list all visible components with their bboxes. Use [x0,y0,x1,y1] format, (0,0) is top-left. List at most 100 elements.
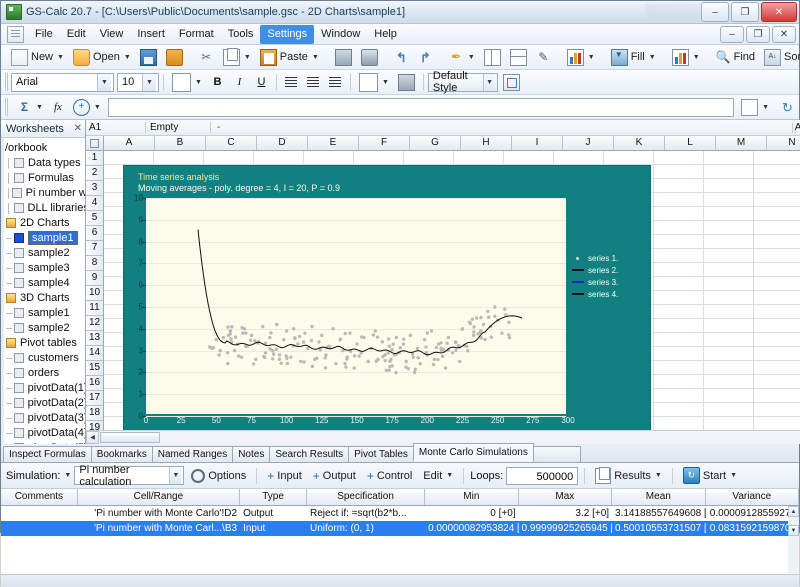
row-header-14[interactable]: 14 [86,346,103,361]
tab-search-results[interactable]: Search Results [269,446,349,462]
menu-item-view[interactable]: View [93,25,131,44]
select-all-corner[interactable] [86,136,104,150]
row-header-17[interactable]: 17 [86,391,103,406]
sidebar-item-sample2[interactable]: ─sample2 [4,320,85,335]
print-preview-button[interactable] [331,46,356,68]
doc-minimize-button[interactable]: – [720,26,744,43]
bold-button[interactable]: B [207,72,228,93]
sidebar-item-orders[interactable]: ─orders [4,365,85,380]
options-button[interactable]: Options [187,465,250,487]
cut-button[interactable]: ✂ [195,46,218,68]
font-size-combo[interactable]: 10 ▼ [117,73,159,92]
autoscroll-label[interactable]: AutoScroll Rang [792,122,800,133]
align-center-button[interactable] [303,72,324,93]
chevron-down-icon[interactable]: ▼ [655,472,662,479]
row-header-4[interactable]: 4 [86,196,103,211]
font-color-button[interactable]: ▼ [168,71,206,93]
column-header-D[interactable]: D [257,136,308,150]
chevron-down-icon[interactable]: ▼ [312,54,319,61]
edit-style-button[interactable] [499,71,524,93]
align-right-button[interactable] [325,72,346,93]
toolbar-gripper[interactable] [4,98,8,116]
worksheet-tree[interactable]: /orkbook│Data types│Formulas│Pi number w… [1,138,85,444]
scroll-up-button[interactable]: ▲ [788,506,799,517]
sidebar-item-2d-charts[interactable]: 2D Charts [4,215,85,230]
sidebar-item-pivotdata-2[interactable]: ─pivotData(2) [4,395,85,410]
maximize-button[interactable]: ❐ [731,2,759,22]
open-button[interactable]: Open ▼ [69,46,135,68]
row-header-5[interactable]: 5 [86,211,103,226]
row-header-3[interactable]: 3 [86,181,103,196]
table-body[interactable]: 'Pi number with Monte Carlo'!D2OutputRej… [1,506,799,574]
row-header-1[interactable]: 1 [86,151,103,166]
chevron-down-icon[interactable]: ▼ [730,472,737,479]
undo-button[interactable]: ↰ [390,46,413,68]
chevron-down-icon[interactable]: ▼ [36,104,43,111]
sidebar-item-orkbook[interactable]: /orkbook [4,140,85,155]
column-header-H[interactable]: H [461,136,512,150]
row-header-19[interactable]: 19 [86,421,103,430]
chevron-down-icon[interactable]: ▼ [649,54,656,61]
table-row[interactable]: 'Pi number with Monte Carlo'!D2OutputRej… [1,506,799,521]
bottom-tab-strip[interactable]: Inspect FormulasBookmarksNamed RangesNot… [1,444,799,463]
chevron-down-icon[interactable]: ▼ [57,54,64,61]
scroll-down-button[interactable]: ▼ [788,525,799,536]
sidebar-item-sample1[interactable]: ─sample1 [4,230,85,245]
column-header-L[interactable]: L [665,136,716,150]
column-header-B[interactable]: B [155,136,206,150]
column-header-specification[interactable]: Specification [307,489,425,505]
doc-restore-button[interactable]: ❐ [746,26,770,43]
underline-button[interactable]: U [251,72,272,93]
column-header-C[interactable]: C [206,136,257,150]
tab-named-ranges[interactable]: Named Ranges [152,446,233,462]
loops-input[interactable]: 500000 [506,467,578,485]
print-button[interactable] [357,46,382,68]
sidebar-item-pivotdata-1[interactable]: ─pivotData(1) [4,380,85,395]
chevron-down-icon[interactable]: ▼ [762,104,769,111]
column-header-K[interactable]: K [614,136,665,150]
column-header-min[interactable]: Min [425,489,518,505]
chevron-down-icon[interactable]: ▼ [446,472,453,479]
sort-button[interactable]: A↓ Sort ▼ [760,46,800,68]
row-header-9[interactable]: 9 [86,271,103,286]
chevron-down-icon[interactable]: ▼ [468,54,475,61]
chevron-down-icon[interactable]: ▼ [97,74,111,91]
doc-close-button[interactable]: ✕ [772,26,796,43]
menu-item-file[interactable]: File [28,25,60,44]
chart-object[interactable]: Time series analysis Moving averages - p… [123,165,651,430]
column-header-cell-range[interactable]: Cell/Range [78,489,240,505]
chevron-down-icon[interactable]: ▼ [693,54,700,61]
recalculate-button[interactable]: ↻ [776,96,799,118]
chevron-down-icon[interactable]: ▼ [382,79,389,86]
chevron-down-icon[interactable]: ▼ [588,54,595,61]
menu-item-help[interactable]: Help [367,25,404,44]
row-header-8[interactable]: 8 [86,256,103,271]
chevron-down-icon[interactable]: ▼ [195,79,202,86]
tab-monte-carlo-simulations[interactable]: Monte Carlo Simulations [413,443,534,462]
chevron-down-icon[interactable]: ▼ [142,74,156,91]
sidebar-item-sample3[interactable]: ─sample3 [4,260,85,275]
formula-expand-button[interactable]: ▼ [737,96,773,118]
find-button[interactable]: 🔍 Find [712,46,759,68]
menu-item-format[interactable]: Format [172,25,221,44]
chevron-down-icon[interactable]: ▼ [244,54,251,61]
menu-item-settings[interactable]: Settings [260,25,314,44]
scroll-thumb[interactable] [100,432,160,443]
menu-item-edit[interactable]: Edit [60,25,93,44]
tab-pivot-tables[interactable]: Pivot Tables [348,446,414,462]
sidebar-item-pivot-tables[interactable]: Pivot tables [4,335,85,350]
split-horizontal-button[interactable] [506,46,531,68]
italic-button[interactable]: I [229,72,250,93]
font-name-combo[interactable]: Arial ▼ [11,73,114,92]
formula-input[interactable] [108,98,734,117]
tab-notes[interactable]: Notes [232,446,270,462]
borders-button[interactable] [394,71,419,93]
edit-button[interactable]: Edit ▼ [419,465,457,487]
function-button[interactable]: fx [50,96,66,118]
column-header-variance[interactable]: Variance [706,489,799,505]
sidebar-item-formulas[interactable]: │Formulas [4,170,85,185]
column-headers[interactable]: ABCDEFGHIJKLMNO [86,136,800,151]
sidebar-item-pi-number-with-m[interactable]: │Pi number with M [4,185,85,200]
close-icon[interactable]: ✕ [74,123,82,134]
start-button[interactable]: ↻ Start ▼ [679,465,741,487]
